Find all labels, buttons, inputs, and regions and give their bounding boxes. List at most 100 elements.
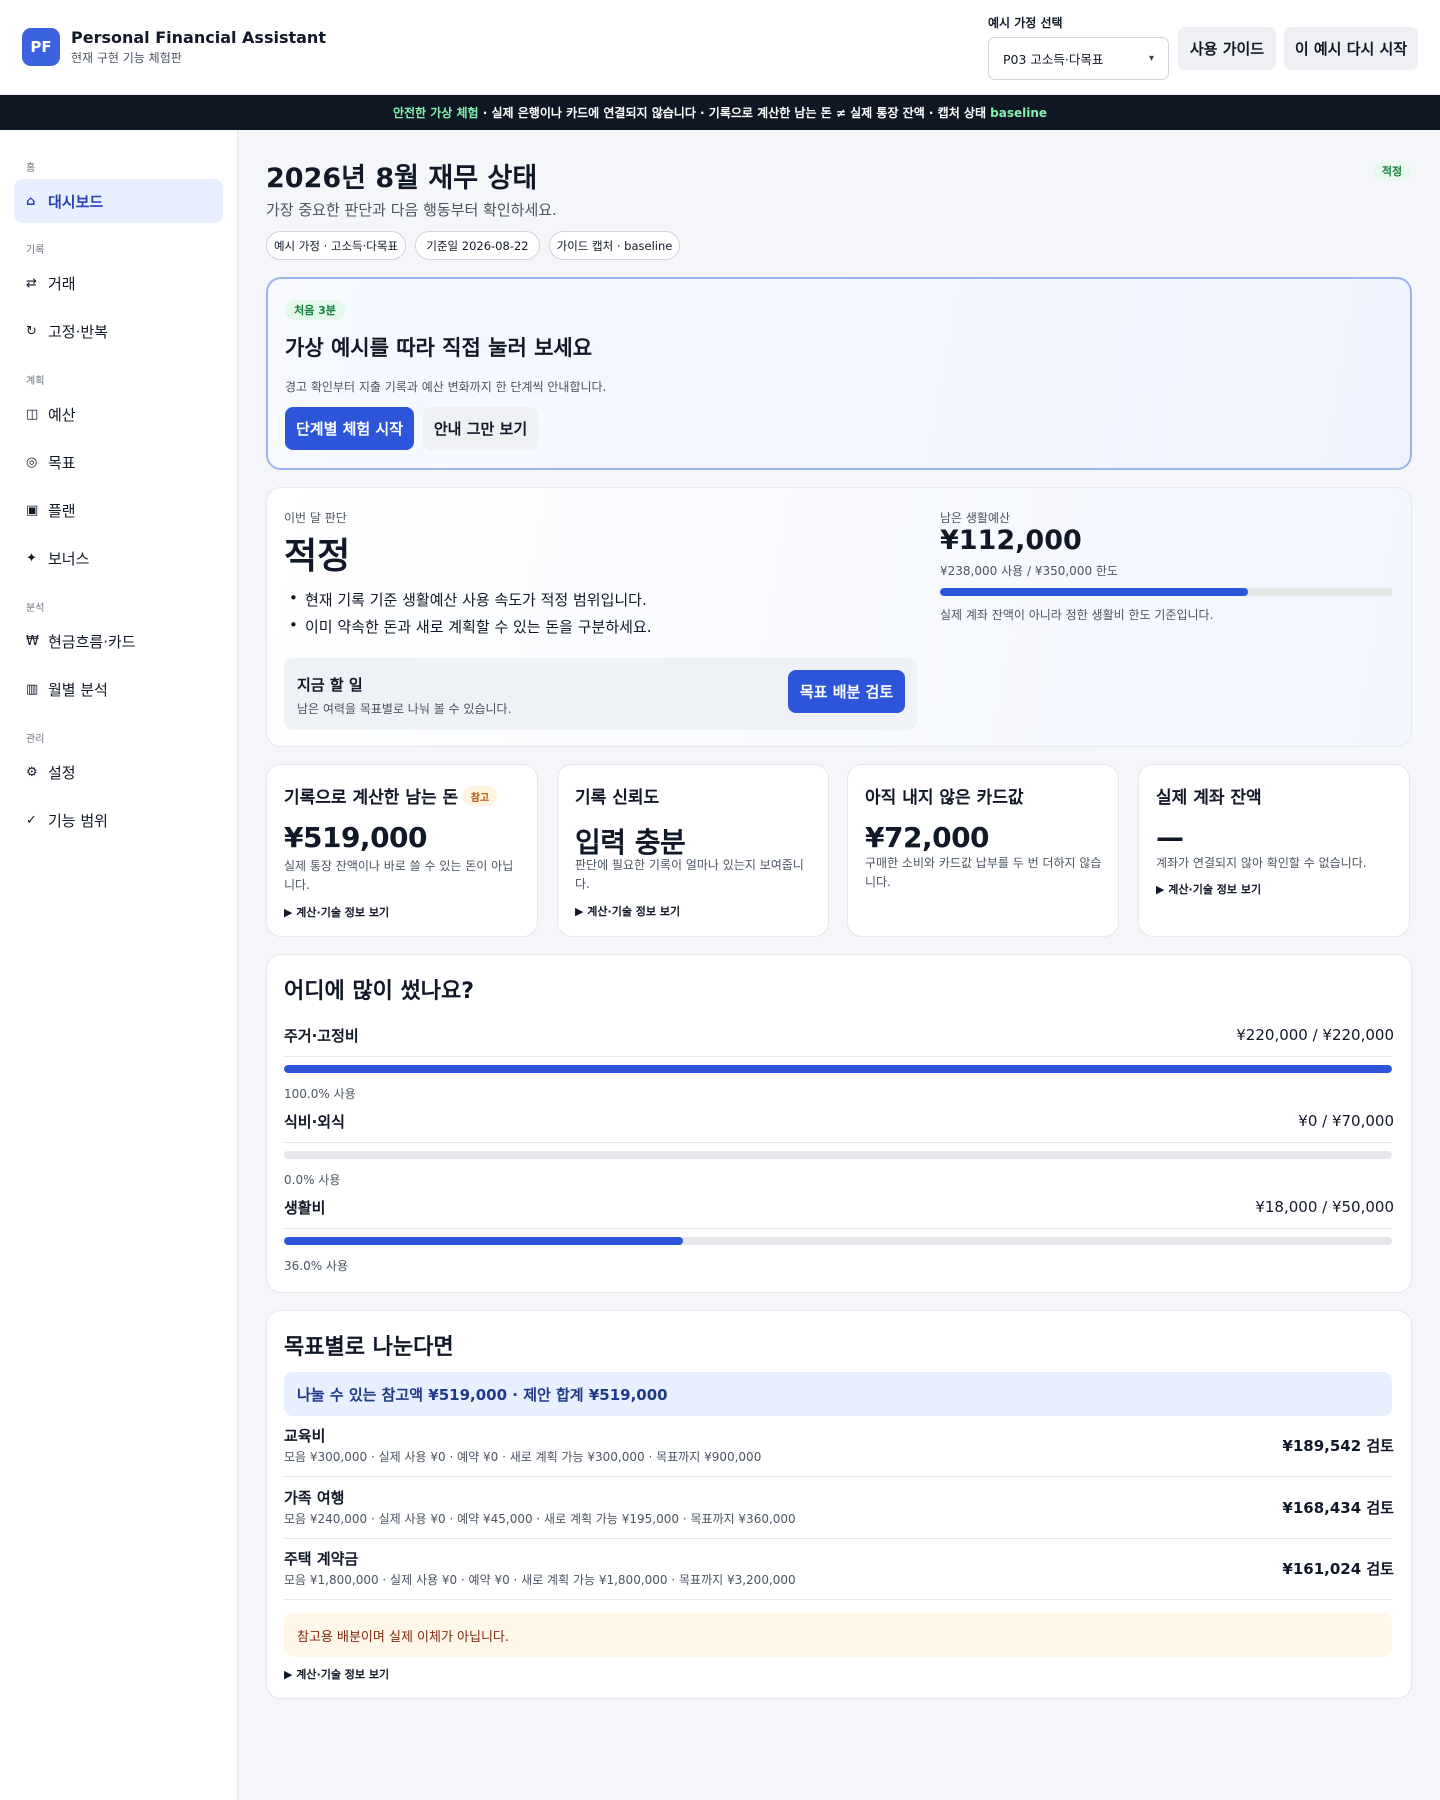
sidebar-item-cashflow[interactable]: ₩ 현금흐름·카드 — [14, 619, 223, 663]
banner-highlight: 안전한 가상 체험 — [392, 106, 479, 120]
onboarding-card: 처음 3분 가상 예시를 따라 직접 눌러 보세요 경고 확인부터 지출 기록과… — [266, 277, 1412, 470]
spend-row-percent: 0.0% 사용 — [284, 1173, 341, 1187]
goal-detail: 모음 ¥240,000 · 실제 사용 ¥0 · 예약 ¥45,000 · 새로… — [284, 1512, 796, 1526]
page-subtitle: 가장 중요한 판단과 다음 행동부터 확인하세요. — [266, 201, 557, 219]
metric-title: 기록으로 계산한 남는 돈 — [284, 788, 459, 808]
sidebar-item-label: 보너스 — [48, 549, 90, 568]
metric-title: 실제 계좌 잔액 — [1156, 788, 1262, 808]
repeat-icon: ↻ — [26, 323, 37, 339]
restart-example-button[interactable]: 이 예시 다시 시작 — [1284, 27, 1418, 70]
sidebar-item-scope[interactable]: ✓ 기능 범위 — [14, 798, 223, 842]
sidebar-item-monthly[interactable]: ▥ 월별 분석 — [14, 667, 223, 711]
sidebar: 홈 ⌂ 대시보드 기록 ⇄ 거래 ↻ 고정·반복 계획 ◫ 예산 ◎ 목표 ▣ … — [0, 130, 238, 1800]
sidebar-item-label: 기능 범위 — [48, 811, 108, 830]
sidebar-group-home: 홈 — [26, 163, 36, 174]
household-select[interactable]: P03 고소득·다목표 ▾ — [988, 37, 1169, 80]
transfer-icon: ⇄ — [26, 275, 37, 291]
safety-banner: 안전한 가상 체험 · 실제 은행이나 카드에 연결되지 않습니다 · 기록으로… — [0, 95, 1440, 130]
sidebar-group-plan: 계획 — [26, 376, 45, 387]
page-title: 2026년 8월 재무 상태 — [266, 163, 538, 194]
goal-name: 교육비 — [284, 1427, 326, 1445]
chip-reference-date: 기준일 2026-08-22 — [415, 231, 540, 260]
row-divider — [284, 1228, 1392, 1229]
todo-box: 지금 할 일 남은 여력을 목표별로 나눠 볼 수 있습니다. 목표 배분 검토 — [284, 658, 917, 730]
status-badge: 적정 — [1373, 161, 1411, 181]
sidebar-item-label: 목표 — [48, 453, 76, 472]
review-allocation-button[interactable]: 목표 배분 검토 — [788, 670, 905, 713]
spending-card: 어디에 많이 썼나요? 주거·고정비 ¥220,000 / ¥220,000 1… — [266, 954, 1412, 1293]
todo-title: 지금 할 일 — [297, 676, 363, 694]
monthly-judgment-card: 이번 달 판단 적정 현재 기록 기준 생활예산 사용 속도가 적정 범위입니다… — [266, 487, 1412, 747]
spend-row-bar — [284, 1065, 1392, 1073]
calc-detail-toggle[interactable]: ▶ 계산·기술 정보 보기 — [284, 904, 389, 920]
chip-guide-capture: 가이드 캡처 · baseline — [549, 231, 680, 260]
remaining-budget-value: ¥112,000 — [940, 525, 1082, 556]
household-select-label: 예시 가정 선택 — [988, 16, 1063, 30]
spend-row-bar-fill — [284, 1065, 1392, 1073]
goal-amount: ¥161,024 검토 — [1282, 1560, 1394, 1578]
spend-row-amount: ¥0 / ¥70,000 — [1298, 1112, 1394, 1130]
metric-description: 구매한 소비와 카드값 납부를 두 번 더하지 않습니다. — [865, 856, 1102, 889]
row-divider — [284, 1056, 1392, 1057]
spend-row-percent: 36.0% 사용 — [284, 1259, 349, 1273]
row-divider — [284, 1476, 1392, 1477]
row-divider — [284, 1538, 1392, 1539]
sidebar-item-transactions[interactable]: ⇄ 거래 — [14, 261, 223, 305]
sidebar-item-goals[interactable]: ◎ 목표 — [14, 440, 223, 484]
calc-detail-toggle[interactable]: ▶ 계산·기술 정보 보기 — [1156, 881, 1261, 897]
sidebar-item-label: 플랜 — [48, 501, 76, 520]
goal-name: 가족 여행 — [284, 1489, 345, 1507]
calc-detail-toggle[interactable]: ▶ 계산·기술 정보 보기 — [284, 1666, 389, 1682]
metric-description: 판단에 필요한 기록이 얼마나 있는지 보여줍니다. — [575, 858, 804, 891]
metric-title: 아직 내지 않은 카드값 — [865, 788, 1024, 808]
goal-summary: 나눌 수 있는 참고액 ¥519,000 · 제안 합계 ¥519,000 — [284, 1372, 1392, 1416]
banner-state: baseline — [990, 105, 1048, 120]
goal-amount: ¥168,434 검토 — [1282, 1499, 1394, 1517]
metric-description: 계좌가 연결되지 않아 확인할 수 없습니다. — [1156, 856, 1367, 870]
sidebar-group-records: 기록 — [26, 245, 45, 256]
spend-row-amount: ¥18,000 / ¥50,000 — [1255, 1198, 1394, 1216]
sidebar-item-plan[interactable]: ▣ 플랜 — [14, 488, 223, 532]
sparkle-icon: ✦ — [26, 550, 37, 566]
sidebar-item-label: 설정 — [48, 763, 76, 782]
sidebar-item-bonus[interactable]: ✦ 보너스 — [14, 536, 223, 580]
home-icon: ⌂ — [26, 193, 36, 209]
top-header: PF Personal Financial Assistant 현재 구현 기능… — [0, 0, 1440, 95]
spend-row-name: 식비·외식 — [284, 1113, 345, 1131]
remaining-budget-note: 실제 계좌 잔액이 아니라 정한 생활비 한도 기준입니다. — [940, 608, 1214, 622]
row-divider — [284, 1142, 1392, 1143]
calc-detail-toggle[interactable]: ▶ 계산·기술 정보 보기 — [575, 903, 680, 919]
sidebar-item-recurring[interactable]: ↻ 고정·반복 — [14, 309, 223, 353]
todo-description: 남은 여력을 목표별로 나눠 볼 수 있습니다. — [297, 702, 512, 716]
bar-chart-icon: ▥ — [26, 681, 39, 697]
metric-card-leftover: 기록으로 계산한 남는 돈 참고 ¥519,000 실제 통장 잔액이나 바로 … — [266, 764, 538, 937]
metric-card-reliability: 기록 신뢰도 입력 충분 판단에 필요한 기록이 얼마나 있는지 보여줍니다. … — [557, 764, 829, 937]
remaining-budget-bar — [940, 588, 1393, 596]
sidebar-item-budget[interactable]: ◫ 예산 — [14, 392, 223, 436]
chip-household: 예시 가정 · 고소득·다목표 — [266, 231, 406, 260]
onboarding-pill: 처음 3분 — [285, 300, 345, 320]
start-tour-button[interactable]: 단계별 체험 시작 — [285, 407, 414, 450]
app-title: Personal Financial Assistant — [71, 28, 326, 47]
sidebar-group-analysis: 분석 — [26, 603, 45, 614]
spend-row-name: 주거·고정비 — [284, 1027, 359, 1045]
judgment-label: 이번 달 판단 — [284, 511, 347, 525]
metric-description: 실제 통장 잔액이나 바로 쓸 수 있는 돈이 아닙니다. — [284, 859, 514, 892]
check-icon: ✓ — [26, 812, 37, 828]
sidebar-item-label: 현금흐름·카드 — [48, 632, 136, 651]
metric-card-account-balance: 실제 계좌 잔액 — 계좌가 연결되지 않아 확인할 수 없습니다. ▶ 계산·… — [1138, 764, 1410, 937]
app-logo: PF — [22, 28, 60, 66]
judgment-value: 적정 — [284, 536, 351, 577]
sidebar-item-label: 월별 분석 — [48, 680, 108, 699]
spend-row-bar — [284, 1237, 1392, 1245]
sidebar-group-manage: 관리 — [26, 734, 45, 745]
sidebar-item-settings[interactable]: ⚙ 설정 — [14, 750, 223, 794]
guide-button[interactable]: 사용 가이드 — [1178, 27, 1276, 70]
sidebar-item-dashboard[interactable]: ⌂ 대시보드 — [14, 179, 223, 223]
goal-allocation-card: 목표별로 나눈다면 나눌 수 있는 참고액 ¥519,000 · 제안 합계 ¥… — [266, 1310, 1412, 1699]
judgment-bullet: 현재 기록 기준 생활예산 사용 속도가 적정 범위입니다. — [289, 589, 647, 610]
judgment-bullet: 이미 약속한 돈과 새로 계획할 수 있는 돈을 구분하세요. — [289, 616, 651, 637]
remaining-budget-label: 남은 생활예산 — [940, 511, 1011, 525]
dismiss-guide-button[interactable]: 안내 그만 보기 — [423, 407, 538, 450]
spend-row-name: 생활비 — [284, 1199, 326, 1217]
